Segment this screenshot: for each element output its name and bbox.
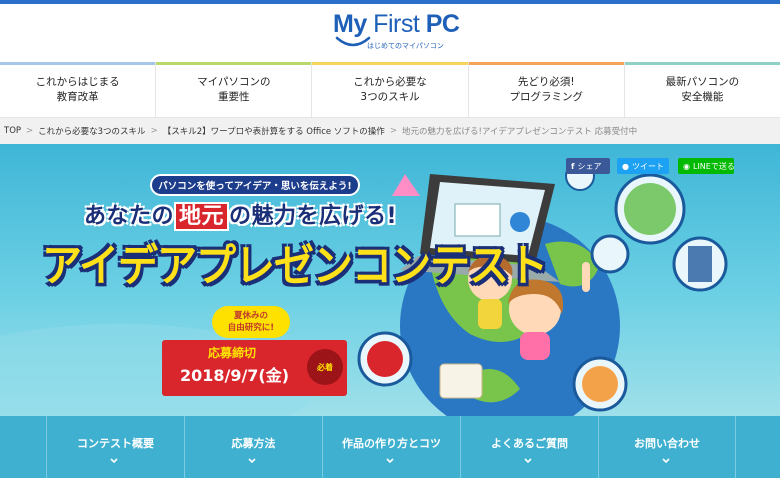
breadcrumb-skill2-link[interactable]: 【スキル2】ワープロや表計算をする Office ソフトの操作	[163, 125, 385, 137]
contest-sub-nav: コンテスト概要 応募方法 作品の作り方とコツ よくあるご質問 お問い合わせ	[0, 416, 780, 478]
breadcrumb-separator: >	[26, 126, 34, 136]
summer-research-bubble: 夏休みの 自由研究に!	[212, 306, 290, 338]
global-nav: これからはじまる 教育改革 マイパソコンの 重要性 これから必要な 3つのスキル…	[0, 62, 780, 118]
nav-item-three-skills[interactable]: これから必要な 3つのスキル	[312, 62, 469, 117]
photo-bubble-icon	[590, 234, 630, 274]
nav-accent-bar	[156, 62, 312, 65]
facebook-icon: f	[571, 161, 575, 171]
subnav-how-to-apply[interactable]: 応募方法	[184, 416, 322, 478]
line-send-button[interactable]: ◉ LINEで送る	[678, 158, 735, 174]
nav-item-pc-importance[interactable]: マイパソコンの 重要性	[156, 62, 313, 117]
hero-tagline: あなたの 地元 の魅力を広げる!	[84, 202, 398, 231]
deadline-badge: 必着	[307, 349, 343, 385]
chevron-down-icon	[386, 458, 394, 464]
nav-item-programming[interactable]: 先どり必須! プログラミング	[468, 62, 625, 117]
nav-item-security[interactable]: 最新パソコンの 安全機能	[624, 62, 780, 117]
nav-accent-bar	[312, 62, 468, 65]
breadcrumb: TOP > これから必要な3つのスキル > 【スキル2】ワープロや表計算をする …	[0, 118, 780, 144]
breadcrumb-top-link[interactable]: TOP	[4, 126, 21, 136]
chevron-down-icon	[110, 458, 118, 464]
logo-wordmark: My First PC	[333, 10, 460, 38]
hero-headline: アイデアプレゼンコンテスト	[42, 241, 548, 292]
deadline-date: 2018/9/7(金)	[179, 366, 290, 385]
chevron-down-icon	[662, 458, 670, 464]
nav-accent-bar	[0, 62, 156, 65]
hero-lead-pill: パソコンを使ってアイデア・思いを伝えよう!	[150, 174, 360, 196]
tagline-highlight: 地元	[174, 202, 230, 231]
flower-icon	[392, 174, 420, 196]
subnav-contact[interactable]: お問い合わせ	[598, 416, 736, 478]
subnav-making-tips[interactable]: 作品の作り方とコツ	[322, 416, 460, 478]
site-logo[interactable]: My First PC はじめてのマイパソコン	[333, 10, 460, 56]
nav-item-education-reform[interactable]: これからはじまる 教育改革	[0, 62, 157, 117]
twitter-bird-icon: ●	[622, 161, 629, 171]
breadcrumb-separator: >	[150, 126, 158, 136]
subnav-overview[interactable]: コンテスト概要	[46, 416, 184, 478]
logo-smile-icon	[335, 36, 371, 47]
photo-card-icon	[439, 363, 483, 399]
chevron-down-icon	[248, 458, 256, 464]
logo-tagline: はじめてのマイパソコン	[367, 42, 444, 50]
twitter-tweet-button[interactable]: ● ツイート	[617, 158, 669, 174]
breadcrumb-current: 地元の魅力を広げる!アイデアプレゼンコンテスト 応募受付中	[401, 127, 638, 137]
nav-accent-bar	[624, 62, 780, 65]
nav-accent-bar	[468, 62, 624, 65]
chevron-down-icon	[524, 458, 532, 464]
deadline-box: 応募締切 2018/9/7(金) 必着	[162, 340, 347, 396]
breadcrumb-skills-link[interactable]: これから必要な3つのスキル	[38, 125, 145, 137]
facebook-share-button[interactable]: f シェア	[566, 158, 610, 174]
line-icon: ◉	[683, 161, 690, 171]
breadcrumb-separator: >	[389, 126, 397, 136]
deadline-label: 応募締切	[207, 346, 256, 360]
hero-banner: f シェア ● ツイート ◉ LINEで送る パソコンを使ってアイデア・思いを伝えよう…	[0, 144, 780, 416]
site-header: My First PC はじめてのマイパソコン	[0, 4, 780, 62]
subnav-faq[interactable]: よくあるご質問	[460, 416, 598, 478]
